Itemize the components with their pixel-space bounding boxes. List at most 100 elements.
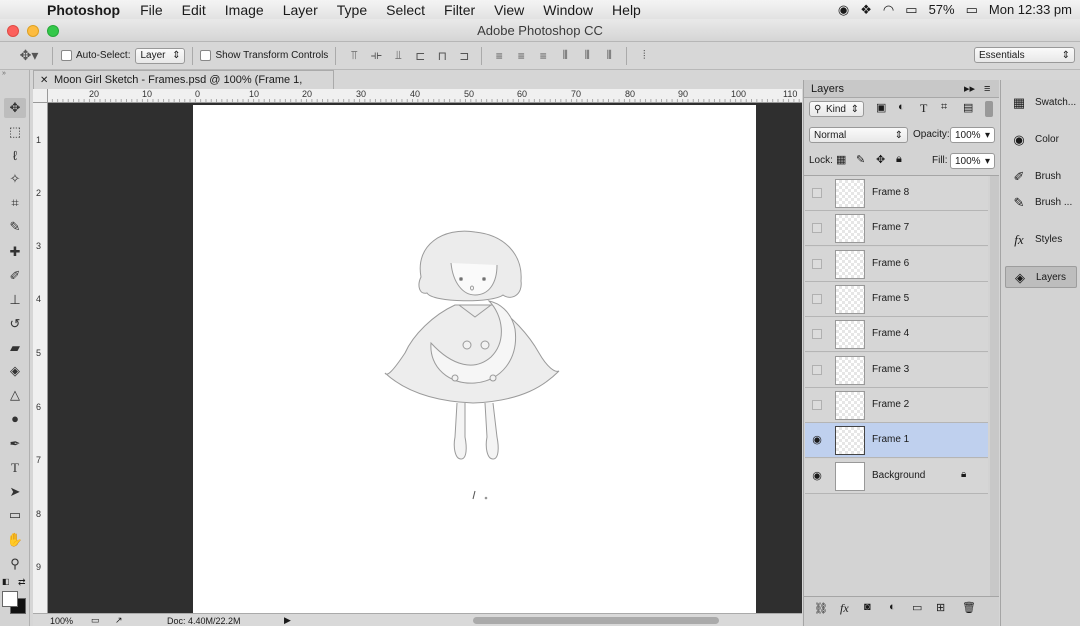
menu-file[interactable]: File [140,2,163,18]
menu-type[interactable]: Type [337,2,367,18]
align-vcenter-icon[interactable]: ⟛ [365,48,387,63]
visibility-toggle[interactable] [812,188,822,198]
ruler-origin[interactable] [33,89,48,103]
dock-layers[interactable]: ◈ Layers [1005,266,1077,288]
workspace-dropdown[interactable]: Essentials ⇕ [974,47,1075,63]
filter-smart-object-icon[interactable]: ▤ [963,101,973,114]
menu-layer[interactable]: Layer [283,2,318,18]
clone-stamp-tool-icon[interactable]: ⊥ [4,290,26,310]
horizontal-ruler[interactable]: 20 10 0 10 20 30 40 50 60 70 80 90 100 1… [48,89,802,103]
filter-kind-dropdown[interactable]: ⚲ Kind ⇕ [809,101,864,117]
rectangle-tool-icon[interactable]: ▭ [4,505,26,525]
layer-row-background[interactable]: ◉ Background 🔒︎ [805,459,988,494]
filter-shape-icon[interactable]: ⌗ [941,101,947,114]
distribute-hcenter-icon[interactable]: ⦀ [576,48,598,63]
menu-window[interactable]: Window [543,2,593,18]
filter-type-icon[interactable]: T [920,101,927,116]
distribute-left-icon[interactable]: ⦀ [554,48,576,63]
filter-toggle[interactable] [985,101,993,117]
zoom-level[interactable]: 100% [50,616,73,626]
vertical-ruler[interactable]: 1 2 3 4 5 6 7 8 9 [33,103,48,613]
clock[interactable]: Mon 12:33 pm [989,2,1072,17]
adjustment-layer-icon[interactable]: ◐ [889,601,896,613]
paint-bucket-tool-icon[interactable]: ◈ [4,361,26,381]
menu-app-name[interactable]: Photoshop [47,2,120,18]
history-brush-tool-icon[interactable]: ↺ [4,314,26,334]
preview-icon[interactable]: ▭ [91,615,100,626]
layer-row-frame-3[interactable]: Frame 3 [805,353,988,388]
add-mask-icon[interactable]: ◙ [864,601,871,613]
menu-view[interactable]: View [494,2,524,18]
distribute-vcenter-icon[interactable]: ≡ [510,49,532,63]
document-tab[interactable]: ✕ Moon Girl Sketch - Frames.psd @ 100% (… [33,70,334,105]
record-icon[interactable]: ◉ [838,2,849,18]
move-tool-icon[interactable]: ✥ [4,98,26,118]
dodge-tool-icon[interactable]: ● [4,409,26,429]
layer-row-frame-4[interactable]: Frame 4 [805,317,988,352]
visibility-toggle[interactable] [812,294,822,304]
crop-tool-icon[interactable]: ⌗ [4,193,26,213]
pen-tool-icon[interactable]: ✒ [4,434,26,454]
menu-edit[interactable]: Edit [182,2,206,18]
eyedropper-tool-icon[interactable]: ✎ [4,217,26,237]
swap-colors-icon[interactable]: ⇄ [18,577,26,588]
foreground-color-swatch[interactable] [2,591,18,607]
layer-row-frame-7[interactable]: Frame 7 [805,211,988,246]
move-tool-preset-icon[interactable]: ✥▾ [14,47,44,64]
marquee-tool-icon[interactable]: ⬚ [4,122,26,142]
close-window-button[interactable] [7,25,19,37]
menu-help[interactable]: Help [612,2,641,18]
delete-layer-icon[interactable]: 🗑︎ [962,601,976,614]
battery-icon[interactable]: ▭ [966,2,978,18]
path-selection-tool-icon[interactable]: ➤ [4,482,26,502]
layer-row-frame-6[interactable]: Frame 6 [805,247,988,282]
horizontal-scrollbar[interactable] [473,617,719,624]
visibility-toggle[interactable] [812,259,822,269]
new-layer-icon[interactable]: ⊞ [936,601,945,614]
zoom-tool-icon[interactable]: ⚲ [4,554,26,574]
layer-row-frame-1[interactable]: ◉ Frame 1 [805,423,988,458]
document-canvas[interactable] [193,105,756,613]
lock-position-icon[interactable]: ✥ [876,153,885,166]
blend-mode-dropdown[interactable]: Normal ⇕ [809,127,908,143]
lock-all-icon[interactable]: 🔒︎ [896,153,902,166]
zoom-window-button[interactable] [47,25,59,37]
eye-icon[interactable]: ◉ [811,434,823,446]
dock-brush[interactable]: ✐ Brush [1005,166,1077,188]
visibility-toggle[interactable] [812,365,822,375]
dock-styles[interactable]: fx Styles [1005,229,1077,251]
dock-brush-presets[interactable]: ✎ Brush ... [1005,192,1077,214]
healing-brush-tool-icon[interactable]: ✚ [4,242,26,262]
menu-filter[interactable]: Filter [444,2,475,18]
default-colors-icon[interactable]: ◧ [2,577,10,586]
canvas-pasteboard[interactable] [48,103,802,613]
menu-image[interactable]: Image [225,2,264,18]
collapse-panel-icon[interactable]: ▸▸ [964,80,975,98]
lock-image-icon[interactable]: ✎ [856,153,865,166]
close-document-icon[interactable]: ✕ [40,71,48,90]
align-top-icon[interactable]: ⫪ [343,48,365,63]
filter-pixel-icon[interactable]: ▣ [876,101,886,114]
opacity-input[interactable]: 100% ▾ [950,127,995,143]
panel-menu-icon[interactable]: ≡ [984,80,990,98]
lasso-tool-icon[interactable]: ℓ [4,146,26,166]
status-menu-arrow-icon[interactable]: ▶ [284,615,291,626]
dock-color[interactable]: ◉ Color [1005,129,1077,151]
hand-tool-icon[interactable]: ✋ [4,530,26,550]
menu-select[interactable]: Select [386,2,425,18]
layer-row-frame-8[interactable]: Frame 8 [805,176,988,211]
auto-align-icon[interactable]: ⦙ [633,48,655,63]
layers-scrollbar[interactable] [990,176,999,596]
show-transform-checkbox[interactable] [200,50,212,61]
layer-row-frame-2[interactable]: Frame 2 [805,388,988,423]
visibility-toggle[interactable] [812,400,822,410]
align-left-icon[interactable]: ⊏ [409,49,431,63]
dock-swatches[interactable]: ▦ Swatch... [1005,92,1077,114]
visibility-toggle[interactable] [812,223,822,233]
filter-adjustment-icon[interactable]: ◐ [898,101,905,113]
layer-row-frame-5[interactable]: Frame 5 [805,282,988,317]
align-bottom-icon[interactable]: ⫫ [387,48,409,63]
visibility-toggle[interactable] [812,329,822,339]
lock-transparent-icon[interactable]: ▦ [836,153,846,166]
auto-select-dropdown[interactable]: Layer ⇕ [135,47,186,64]
